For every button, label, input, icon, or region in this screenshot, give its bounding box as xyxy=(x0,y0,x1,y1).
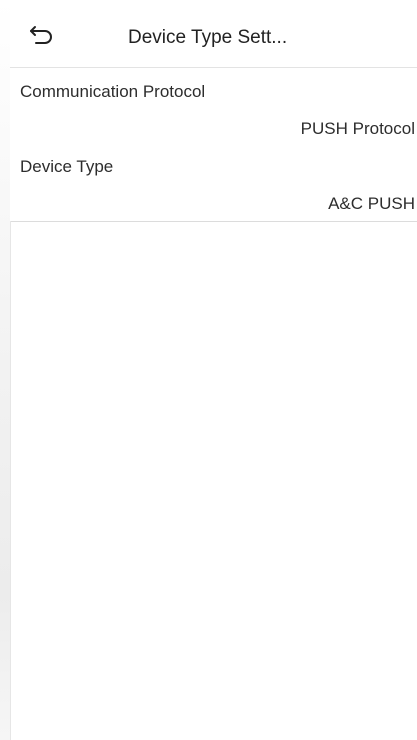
content-divider xyxy=(10,221,11,740)
setting-row-device-type[interactable]: Device Type A&C PUSH xyxy=(10,146,417,222)
back-arrow-icon xyxy=(28,23,56,52)
setting-label: Device Type xyxy=(20,157,114,176)
setting-value: PUSH Protocol xyxy=(300,119,415,138)
setting-value: A&C PUSH xyxy=(328,194,415,213)
app-header: Device Type Sett... xyxy=(10,0,417,68)
page-title: Device Type Sett... xyxy=(128,27,288,48)
setting-label: Communication Protocol xyxy=(20,82,206,101)
screen-left-edge xyxy=(0,0,10,740)
back-button[interactable] xyxy=(24,22,60,52)
device-type-settings-screen: Device Type Sett... Communication Protoc… xyxy=(0,0,417,740)
setting-row-communication-protocol[interactable]: Communication Protocol PUSH Protocol xyxy=(10,71,417,147)
